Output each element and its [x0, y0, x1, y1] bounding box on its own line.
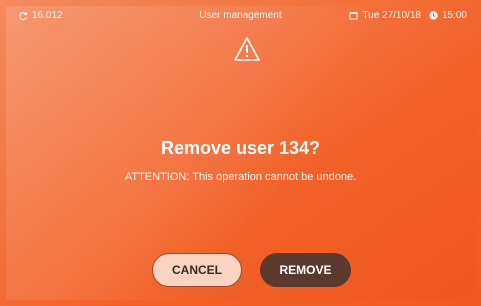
dialog-screen: 16.012 User management Tue 27/10/18 15:0…: [6, 6, 475, 300]
warning-icon: [233, 36, 261, 62]
status-right: Tue 27/10/18 15:00: [349, 10, 467, 21]
dialog-message: ATTENTION: This operation cannot be undo…: [124, 171, 357, 183]
time-text: 15:00: [441, 10, 467, 21]
dialog-title: Remove user 134?: [160, 138, 321, 158]
status-bar: 16.012 User management Tue 27/10/18 15:0…: [6, 6, 475, 28]
date-text: Tue 27/10/18: [362, 10, 421, 21]
remove-button[interactable]: REMOVE: [260, 253, 351, 287]
calendar-icon: [349, 11, 358, 20]
cancel-button[interactable]: CANCEL: [152, 253, 242, 287]
clock-icon: [429, 11, 438, 20]
